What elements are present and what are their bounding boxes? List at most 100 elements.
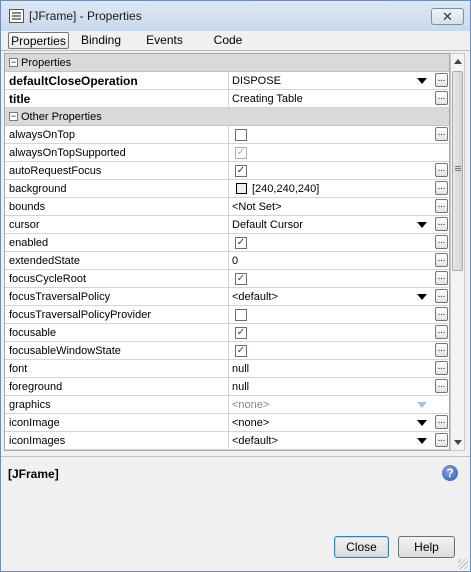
property-checkbox[interactable]: ✓: [235, 237, 247, 249]
dropdown-arrow-icon[interactable]: [417, 438, 427, 444]
property-name: iconImage: [9, 417, 60, 429]
property-editor-button[interactable]: ...: [435, 307, 448, 321]
property-row[interactable]: foreground null...: [5, 378, 449, 396]
tab-code[interactable]: Code: [209, 32, 247, 49]
property-sheet: − Properties defaultCloseOperation DISPOS…: [4, 53, 450, 451]
property-editor-button[interactable]: ...: [435, 271, 448, 285]
window-close-button[interactable]: ✕: [431, 8, 464, 25]
property-row[interactable]: alwaysOnTopSupported ✓: [5, 144, 449, 162]
property-editor-button[interactable]: ...: [435, 325, 448, 339]
property-editor-button[interactable]: ...: [435, 235, 448, 249]
property-checkbox[interactable]: ✓: [235, 165, 247, 177]
property-value[interactable]: Creating Table: [232, 93, 303, 105]
property-value[interactable]: <default>: [232, 291, 278, 303]
property-name: title: [9, 92, 31, 106]
property-editor-button[interactable]: ...: [435, 127, 448, 141]
property-row[interactable]: focusTraversalPolicyProvider...: [5, 306, 449, 324]
property-editor-button[interactable]: ...: [435, 199, 448, 213]
property-row[interactable]: defaultCloseOperation DISPOSE...: [5, 72, 449, 90]
property-value[interactable]: <Not Set>: [232, 201, 282, 213]
property-name: focusTraversalPolicy: [9, 291, 111, 303]
property-row[interactable]: font null...: [5, 360, 449, 378]
property-editor-button[interactable]: ...: [435, 289, 448, 303]
property-value[interactable]: null: [232, 363, 249, 375]
property-checkbox[interactable]: ✓: [235, 327, 247, 339]
dropdown-arrow-icon[interactable]: [417, 402, 427, 408]
property-editor-button[interactable]: ...: [435, 433, 448, 447]
tab-properties[interactable]: Properties: [8, 32, 69, 49]
property-row[interactable]: title Creating Table...: [5, 90, 449, 108]
property-editor-button[interactable]: ...: [435, 379, 448, 393]
property-checkbox[interactable]: [235, 129, 247, 141]
tab-binding[interactable]: Binding: [77, 32, 125, 49]
property-name: background: [9, 183, 67, 195]
property-checkbox[interactable]: ✓: [235, 345, 247, 357]
property-row[interactable]: focusableWindowState ✓...: [5, 342, 449, 360]
property-row[interactable]: enabled ✓...: [5, 234, 449, 252]
dropdown-arrow-icon[interactable]: [417, 294, 427, 300]
category-other-properties[interactable]: − Other Properties: [5, 108, 449, 126]
property-name: focusableWindowState: [9, 345, 121, 357]
collapse-icon[interactable]: −: [9, 58, 18, 67]
property-row[interactable]: focusTraversalPolicy <default>...: [5, 288, 449, 306]
property-editor-button[interactable]: ...: [435, 361, 448, 375]
property-checkbox[interactable]: ✓: [235, 273, 247, 285]
property-name: defaultCloseOperation: [9, 74, 138, 88]
scroll-up-icon[interactable]: [454, 59, 462, 64]
property-name: foreground: [9, 381, 63, 393]
scroll-thumb[interactable]: [452, 71, 463, 271]
category-properties[interactable]: − Properties: [5, 54, 449, 72]
close-button[interactable]: Close: [334, 536, 389, 558]
property-checkbox[interactable]: [235, 309, 247, 321]
property-row[interactable]: graphics <none>: [5, 396, 449, 414]
properties-window: [JFrame] - Properties ✕ Properties Bindi…: [0, 0, 471, 572]
property-editor-button[interactable]: ...: [435, 217, 448, 231]
property-value[interactable]: DISPOSE: [232, 75, 281, 87]
property-editor-button[interactable]: ...: [435, 253, 448, 267]
property-value[interactable]: <default>: [232, 435, 278, 447]
property-checkbox: ✓: [235, 147, 247, 159]
scroll-down-icon[interactable]: [454, 440, 462, 445]
property-row[interactable]: cursor Default Cursor...: [5, 216, 449, 234]
resize-grip-icon[interactable]: [458, 559, 468, 569]
property-editor-button[interactable]: ...: [435, 163, 448, 177]
property-name: focusCycleRoot: [9, 273, 87, 285]
property-row[interactable]: bounds <Not Set>...: [5, 198, 449, 216]
property-editor-button[interactable]: ...: [435, 181, 448, 195]
collapse-icon[interactable]: −: [9, 112, 18, 121]
property-value[interactable]: Default Cursor: [232, 219, 303, 231]
property-row[interactable]: autoRequestFocus ✓...: [5, 162, 449, 180]
property-value[interactable]: null: [232, 381, 249, 393]
property-editor-button[interactable]: ...: [435, 415, 448, 429]
property-scrollbar[interactable]: [450, 53, 465, 451]
property-row[interactable]: alwaysOnTop...: [5, 126, 449, 144]
property-value[interactable]: <none>: [232, 417, 269, 429]
property-name: autoRequestFocus: [9, 165, 102, 177]
color-swatch: [236, 183, 247, 194]
property-name: font: [9, 363, 28, 375]
property-name: extendedState: [9, 255, 80, 267]
property-row[interactable]: iconImage <none>...: [5, 414, 449, 432]
dropdown-arrow-icon[interactable]: [417, 420, 427, 426]
category-label: Other Properties: [21, 111, 102, 123]
property-value[interactable]: [240,240,240]: [252, 183, 319, 195]
dropdown-arrow-icon[interactable]: [417, 78, 427, 84]
property-row[interactable]: focusable ✓...: [5, 324, 449, 342]
tab-events[interactable]: Events: [142, 32, 187, 49]
property-row[interactable]: focusCycleRoot ✓...: [5, 270, 449, 288]
help-icon[interactable]: ?: [442, 465, 458, 481]
property-row[interactable]: extendedState 0...: [5, 252, 449, 270]
help-button[interactable]: Help: [398, 536, 455, 558]
property-name: graphics: [9, 399, 51, 411]
property-row[interactable]: iconImages <default>...: [5, 432, 449, 450]
property-editor-button[interactable]: ...: [435, 73, 448, 87]
property-value[interactable]: 0: [232, 255, 238, 267]
property-editor-button[interactable]: ...: [435, 91, 448, 105]
window-title: [JFrame] - Properties: [29, 9, 142, 23]
property-name: focusable: [9, 327, 57, 339]
property-row[interactable]: background [240,240,240]...: [5, 180, 449, 198]
property-name: alwaysOnTopSupported: [9, 147, 126, 159]
property-editor-button[interactable]: ...: [435, 343, 448, 357]
dropdown-arrow-icon[interactable]: [417, 222, 427, 228]
property-value[interactable]: <none>: [232, 399, 269, 411]
